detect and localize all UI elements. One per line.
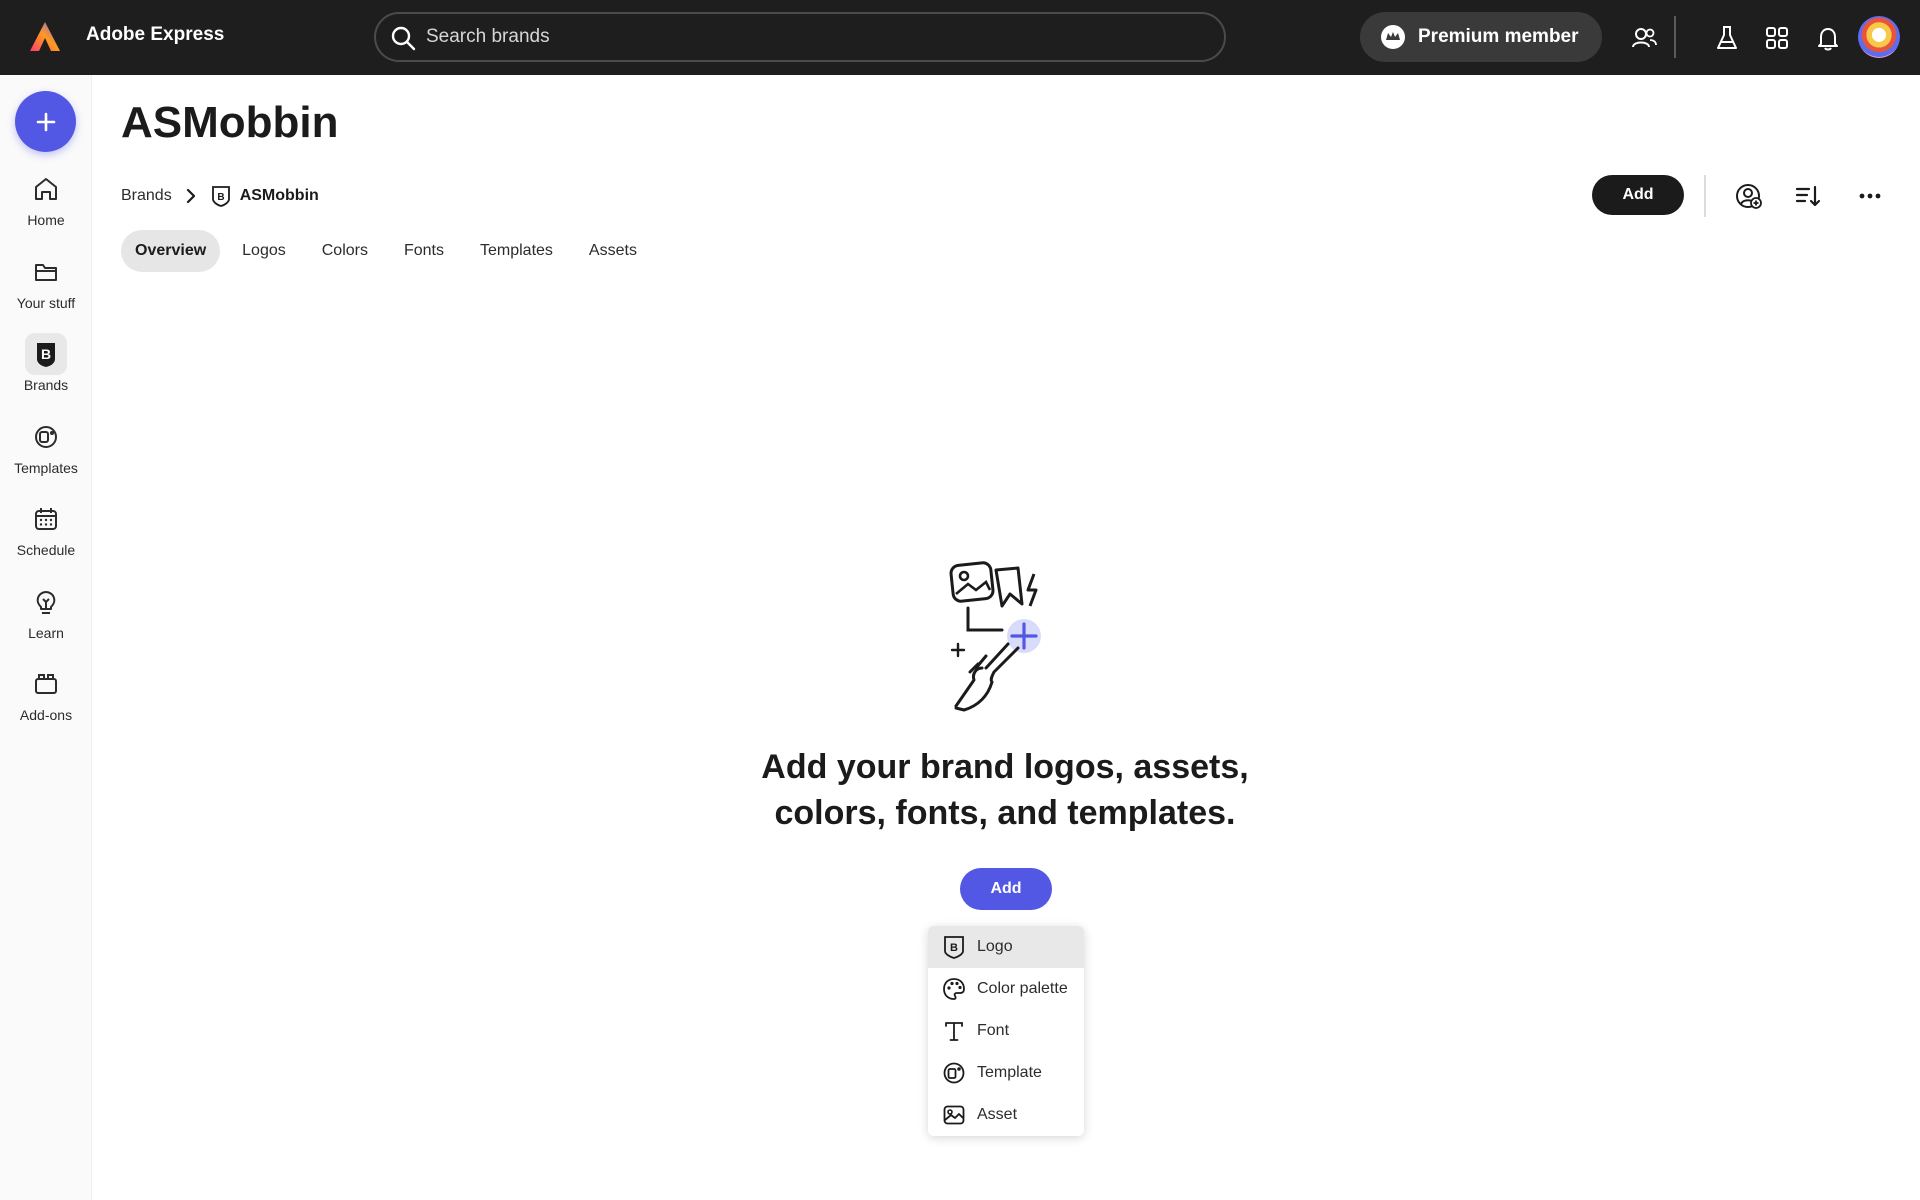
brand-icon: B: [211, 186, 230, 207]
rail-item-label: Your stuff: [16, 295, 76, 311]
bell-icon[interactable]: [1814, 24, 1842, 52]
menu-item-label: Template: [977, 1064, 1042, 1081]
add-button[interactable]: Add: [1592, 175, 1684, 215]
toolbar-divider: [1704, 175, 1706, 217]
app-name[interactable]: Adobe Express: [86, 24, 224, 46]
svg-text:B: B: [41, 346, 51, 362]
menu-item-logo[interactable]: B Logo: [928, 926, 1084, 968]
tab-templates[interactable]: Templates: [466, 230, 567, 272]
add-menu: B Logo Color palette Font Template Asset: [928, 926, 1084, 1136]
rail-item-schedule[interactable]: Schedule: [0, 504, 92, 578]
rail-item-label: Home: [27, 212, 65, 228]
avatar[interactable]: [1858, 16, 1900, 58]
premium-label: Premium member: [1418, 26, 1579, 47]
beaker-icon[interactable]: [1713, 24, 1741, 52]
empty-state-illustration: [949, 561, 1041, 712]
font-icon: [945, 1022, 963, 1041]
breadcrumb-current: ASMobbin: [239, 187, 319, 204]
breadcrumb: Brands B ASMobbin: [121, 182, 319, 210]
top-bar: Adobe Express Premium member: [0, 0, 1920, 75]
empty-state-line-1: Add your brand logos, assets,: [761, 748, 1249, 786]
calendar-icon: [35, 508, 57, 530]
menu-item-label: Font: [977, 1022, 1010, 1039]
palette-icon: [943, 978, 965, 1000]
tab-overview[interactable]: Overview: [121, 230, 221, 272]
tabs: Overview Logos Colors Fonts Templates As…: [121, 230, 659, 272]
more-icon[interactable]: [1856, 182, 1884, 210]
apps-grid-icon[interactable]: [1763, 24, 1791, 52]
crown-icon: [1381, 25, 1405, 49]
page-title: ASMobbin: [121, 98, 339, 147]
image-icon: [943, 1105, 965, 1125]
tab-logos[interactable]: Logos: [228, 230, 300, 272]
template-icon: [943, 1062, 965, 1084]
rail-item-label: Brands: [23, 377, 69, 393]
folder-icon: [35, 264, 57, 281]
menu-item-label: Logo: [977, 938, 1013, 955]
tab-fonts[interactable]: Fonts: [390, 230, 458, 272]
adobe-express-logo-icon[interactable]: [28, 20, 62, 54]
menu-item-color-palette[interactable]: Color palette: [928, 968, 1084, 1010]
rail-item-brands[interactable]: B Brands: [0, 333, 92, 413]
plus-icon: [36, 112, 55, 131]
search-bar[interactable]: [374, 12, 1226, 62]
templates-icon: [35, 426, 57, 448]
sort-icon[interactable]: [1794, 182, 1822, 210]
svg-text:B: B: [950, 942, 958, 954]
menu-item-label: Asset: [977, 1106, 1018, 1123]
lightbulb-icon: [36, 591, 56, 614]
menu-item-font[interactable]: Font: [928, 1010, 1084, 1052]
rail-item-templates[interactable]: Templates: [0, 422, 92, 496]
rail-item-your-stuff[interactable]: Your stuff: [0, 257, 92, 331]
menu-item-template[interactable]: Template: [928, 1052, 1084, 1094]
rail-item-add-ons[interactable]: Add-ons: [0, 669, 92, 743]
left-rail: Home Your stuff B Brands Templates Sched: [0, 75, 92, 1200]
tab-colors[interactable]: Colors: [308, 230, 382, 272]
addons-icon: [35, 674, 57, 694]
menu-item-label: Color palette: [977, 980, 1068, 997]
tab-assets[interactable]: Assets: [575, 230, 651, 272]
people-icon[interactable]: [1630, 24, 1658, 52]
menu-item-asset[interactable]: Asset: [928, 1094, 1084, 1136]
add-content-button[interactable]: Add: [960, 868, 1052, 910]
rail-item-label: Add-ons: [19, 707, 73, 723]
brand-icon: B: [25, 333, 67, 375]
rail-item-learn[interactable]: Learn: [0, 587, 92, 661]
search-input[interactable]: [426, 23, 1186, 51]
premium-member-button[interactable]: Premium member: [1360, 12, 1602, 62]
create-button[interactable]: [15, 91, 76, 152]
empty-state-message: Add your brand logos, assets, colors, fo…: [660, 744, 1350, 836]
brand-logo-icon: B: [944, 936, 964, 959]
rail-item-label: Learn: [28, 625, 64, 641]
svg-text:B: B: [217, 192, 224, 203]
empty-state-line-2: colors, fonts, and templates.: [774, 794, 1236, 832]
chevron-right-icon: [186, 188, 195, 204]
home-icon: [35, 178, 57, 200]
search-icon: [391, 26, 416, 51]
rail-item-label: Schedule: [16, 542, 76, 558]
rail-item-label: Templates: [14, 460, 78, 476]
breadcrumb-brands-link[interactable]: Brands: [121, 187, 172, 205]
rail-item-home[interactable]: Home: [0, 174, 92, 248]
share-user-icon[interactable]: [1734, 182, 1762, 210]
topbar-divider: [1674, 16, 1676, 58]
